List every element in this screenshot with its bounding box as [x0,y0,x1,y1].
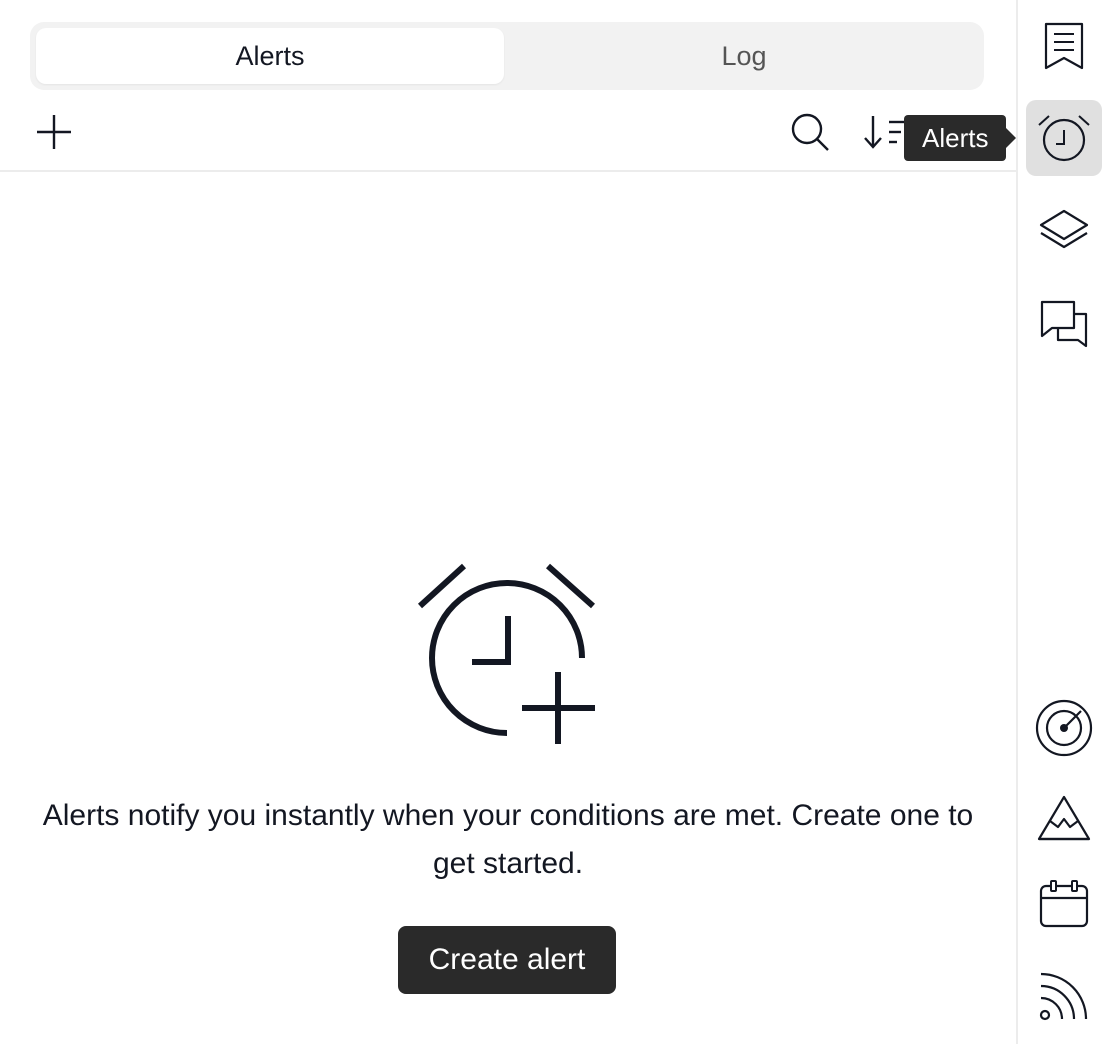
right-sidebar [1016,0,1102,1044]
sidebar-item-alerts[interactable] [1026,100,1102,176]
chat-icon [1040,300,1088,348]
calendar-icon [1039,880,1089,928]
sidebar-item-chats[interactable] [1026,286,1102,362]
sidebar-tooltip: Alerts [904,115,1017,161]
tab-switcher: Alerts Log [30,22,984,90]
sidebar-item-layers[interactable] [1026,192,1102,268]
mountains-icon [1037,795,1091,841]
sidebar-item-watchlist[interactable] [1026,8,1102,84]
radar-icon [1035,699,1093,757]
empty-state-message: Alerts notify you instantly when your co… [42,799,974,880]
sidebar-item-radar[interactable] [1026,690,1102,766]
create-alert-button[interactable]: Create alert [398,926,616,994]
add-alert-button[interactable] [30,108,78,156]
tab-log[interactable]: Log [510,28,978,84]
app-window: Alerts Log Alerts notify you instantly w… [0,0,1102,1044]
sidebar-item-feed[interactable] [1026,958,1102,1034]
sidebar-item-calendar[interactable] [1026,866,1102,942]
sort-icon [864,116,905,149]
sidebar-item-ideas[interactable] [1026,780,1102,856]
tab-alerts[interactable]: Alerts [36,28,504,84]
search-icon [791,113,829,151]
feed-icon [1039,972,1088,1021]
search-button[interactable] [786,108,834,156]
alarm-clock-icon [1038,115,1090,162]
watchlist-icon [1044,22,1084,70]
plus-icon [37,115,71,149]
toolbar-divider [0,170,1016,172]
layers-icon [1039,209,1089,249]
alarm-clock-plus-icon [417,563,595,744]
sort-button[interactable] [860,108,908,156]
alerts-panel: Alerts Log Alerts notify you instantly w… [0,0,1017,1044]
